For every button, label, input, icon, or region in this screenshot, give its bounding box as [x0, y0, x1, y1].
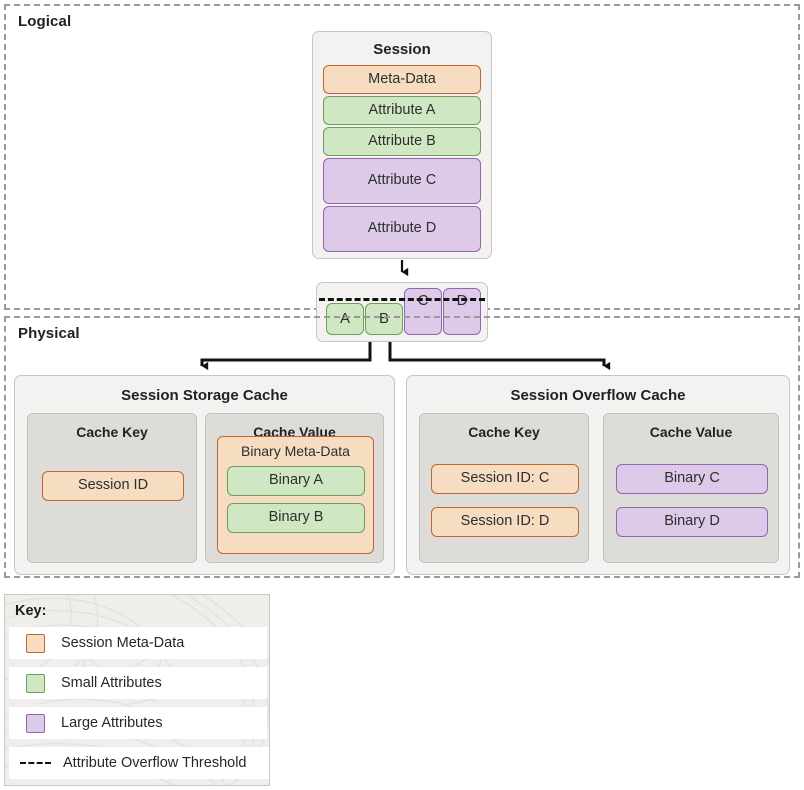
- storage-cache-value-column: Cache Value Binary Meta-Data Binary A Bi…: [205, 413, 384, 563]
- session-block-meta-data: Meta-Data: [323, 65, 481, 94]
- attribute-overflow-threshold-line: [319, 298, 485, 301]
- session-block-attribute-a: Attribute A: [323, 96, 481, 125]
- overflow-cache-value-column: Cache Value Binary C Binary D: [603, 413, 779, 563]
- legend-item-overflow-threshold: Attribute Overflow Threshold: [9, 747, 269, 779]
- session-block-attribute-d: Attribute D: [323, 206, 481, 252]
- legend-swatch-dashed-line: [20, 762, 51, 764]
- overflow-cache-key-column: Cache Key Session ID: C Session ID: D: [419, 413, 589, 563]
- legend-swatch-small-attributes: [26, 673, 45, 693]
- legend-item-small-attributes: Small Attributes: [9, 667, 267, 699]
- legend-label-session-meta-data: Session Meta-Data: [61, 635, 185, 651]
- session-overflow-cache-title: Session Overflow Cache: [510, 387, 686, 404]
- overflow-cache-binary-d: Binary D: [616, 507, 768, 537]
- storage-cache-key-header: Cache Key: [76, 424, 148, 440]
- overflow-cache-value-header: Cache Value: [649, 424, 733, 440]
- session-overflow-cache: Session Overflow Cache Cache Key Session…: [406, 375, 790, 575]
- session-storage-cache-title: Session Storage Cache: [121, 387, 288, 404]
- legend-label-small-attributes: Small Attributes: [61, 675, 162, 691]
- storage-cache-binary-a: Binary A: [227, 466, 365, 496]
- session-card: Session Meta-Data Attribute A Attribute …: [312, 31, 492, 259]
- binary-meta-data-label: Binary Meta-Data: [241, 443, 350, 459]
- legend-label-large-attributes: Large Attributes: [61, 715, 163, 731]
- legend-swatch-large-attributes: [26, 713, 45, 733]
- legend-label-overflow-threshold: Attribute Overflow Threshold: [63, 755, 247, 771]
- session-card-title: Session: [373, 41, 431, 58]
- diagram-canvas: Logical Session Meta-Data Attribute A At…: [0, 0, 804, 790]
- storage-cache-binary-b: Binary B: [227, 503, 365, 533]
- binary-meta-data-container: Binary Meta-Data Binary A Binary B: [217, 436, 374, 554]
- overflow-cache-session-id-d: Session ID: D: [431, 507, 579, 537]
- storage-cache-session-id: Session ID: [42, 471, 184, 501]
- legend-swatch-meta-data: [26, 633, 45, 653]
- overflow-cache-session-id-c: Session ID: C: [431, 464, 579, 494]
- legend-key-box: Key: Session Meta-Data Small Attributes …: [4, 594, 270, 786]
- storage-cache-key-column: Cache Key Session ID: [27, 413, 197, 563]
- legend-title: Key:: [15, 603, 47, 619]
- overflow-cache-binary-c: Binary C: [616, 464, 768, 494]
- logical-section-label: Logical: [18, 13, 72, 30]
- session-block-attribute-c: Attribute C: [323, 158, 481, 204]
- legend-item-session-meta-data: Session Meta-Data: [9, 627, 267, 659]
- session-block-attribute-b: Attribute B: [323, 127, 481, 156]
- legend-item-large-attributes: Large Attributes: [9, 707, 267, 739]
- overflow-cache-key-header: Cache Key: [468, 424, 540, 440]
- session-storage-cache: Session Storage Cache Cache Key Session …: [14, 375, 395, 575]
- physical-section-label: Physical: [18, 325, 80, 342]
